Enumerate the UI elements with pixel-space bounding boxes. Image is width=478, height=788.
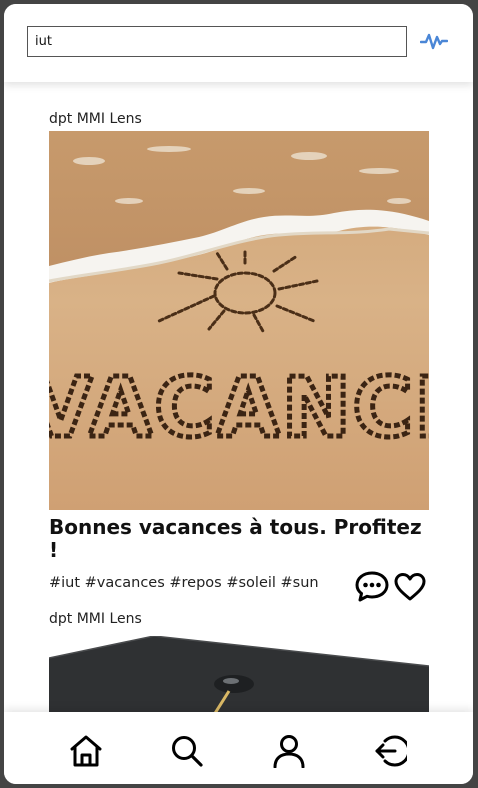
post-card: dpt MMI Lens (49, 610, 429, 712)
sand-writing: VACANCES (49, 361, 429, 456)
logout-icon[interactable] (373, 734, 407, 768)
comment-icon[interactable] (355, 570, 389, 602)
post-title: Bonnes vacances à tous. Profitez ! (49, 515, 422, 562)
beach-photo: VACANCES (49, 131, 429, 510)
top-bar (4, 4, 473, 82)
home-icon[interactable] (69, 734, 103, 768)
heart-icon[interactable] (393, 572, 427, 602)
search-icon[interactable] (170, 734, 204, 768)
pulse-icon[interactable] (420, 31, 448, 51)
post-author: dpt MMI Lens (49, 611, 142, 627)
post-feed[interactable]: dpt MMI Lens VACANC Bonnes vacances à to… (4, 82, 473, 712)
post-author: dpt MMI Lens (49, 111, 142, 127)
post-image[interactable] (49, 636, 429, 712)
post-card: dpt MMI Lens (49, 110, 429, 604)
app-screen: dpt MMI Lens (4, 4, 473, 784)
post-meta: #iut #vacances #repos #soleil #sun (49, 570, 429, 604)
user-icon[interactable] (272, 734, 306, 768)
search-input[interactable] (27, 26, 407, 57)
post-tags: #iut #vacances #repos #soleil #sun (49, 575, 319, 591)
graduation-cap-photo (49, 636, 429, 712)
post-image[interactable]: VACANCES (49, 131, 429, 510)
bottom-nav (4, 712, 473, 784)
